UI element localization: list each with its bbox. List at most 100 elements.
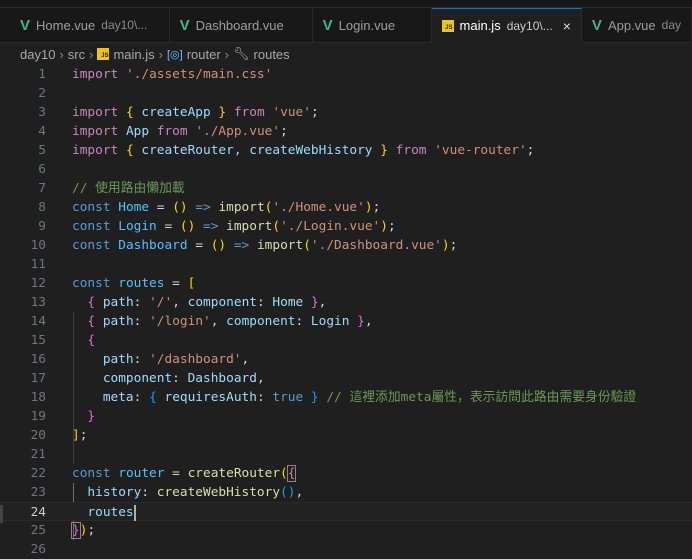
code-token: ; [79, 428, 88, 443]
code-text: const Home = () => import('./Home.vue'); [72, 198, 380, 217]
code-token: { [87, 314, 96, 329]
tab-label: main.js [459, 18, 501, 33]
tab-home-vue[interactable]: V Home.vue day10\... [0, 8, 170, 42]
code-line[interactable]: 13 { path: '/', component: Home }, [0, 293, 692, 312]
code-token: ; [280, 124, 288, 139]
code-text: } [72, 407, 95, 426]
code-token: = [195, 238, 211, 253]
code-line[interactable]: 2 [0, 84, 692, 103]
tab-main-js[interactable]: JS main.js day10\... × [431, 8, 582, 43]
breadcrumb-day10[interactable]: day10 [20, 47, 55, 62]
code-token: { [125, 143, 134, 158]
scrollbar-marker[interactable] [0, 505, 3, 523]
tab-label: Dashboard.vue [195, 17, 284, 33]
code-token: 'vue' [272, 105, 311, 120]
line-number: 1 [38, 67, 46, 82]
code-token: ; [387, 219, 396, 234]
line-number: 7 [38, 181, 46, 196]
breadcrumb-src[interactable]: src [68, 47, 85, 62]
code-token: 'vue-router' [434, 143, 527, 158]
code-token: './assets/main.css' [125, 67, 273, 82]
line-number: 23 [30, 485, 46, 500]
code-token: () [172, 200, 188, 215]
code-token: } [357, 314, 365, 329]
code-line[interactable]: 18 meta: { requiresAuth: true } // 這裡添加m… [0, 388, 692, 407]
code-line[interactable]: 23 history: createWebHistory(), [0, 483, 692, 502]
code-token: true [272, 390, 304, 405]
tab-dashboard-vue[interactable]: V Dashboard.vue [170, 8, 313, 42]
code-line[interactable]: 24 routes [0, 502, 692, 521]
breadcrumb-main-js[interactable]: main.js [113, 47, 154, 62]
code-token: { [149, 390, 157, 405]
code-text: component: Dashboard, [72, 369, 265, 388]
code-token: ; [87, 523, 96, 538]
code-line[interactable]: 20]; [0, 426, 692, 445]
code-line[interactable]: 8 const Home = () => import('./Home.vue')… [0, 198, 692, 217]
code-editor[interactable]: 1 import './assets/main.css' 2 3 import { cr… [0, 65, 692, 557]
tab-app-vue[interactable]: V App.vue day [582, 8, 692, 42]
code-line[interactable]: 9 const Login = () => import('./Login.vue… [0, 217, 692, 236]
code-token: from [156, 124, 188, 139]
code-line[interactable]: 22 const router = createRouter({ [0, 464, 692, 483]
code-line[interactable]: 1 import './assets/main.css' [0, 65, 692, 84]
code-line[interactable]: 12 const routes = [ [0, 274, 692, 293]
line-number: 18 [30, 390, 46, 405]
editor-tabs: V Home.vue day10\... V Dashboard.vue V Login.v… [0, 8, 692, 43]
close-icon[interactable]: × [563, 18, 571, 34]
code-token: => [195, 219, 227, 234]
line-number: 20 [30, 428, 46, 443]
chevron-right-icon: › [59, 46, 64, 62]
code-token: : [133, 295, 150, 310]
code-line[interactable]: 10 const Dashboard = () => import('./Dash… [0, 236, 692, 255]
code-line[interactable]: 11 [0, 255, 692, 274]
line-number: 2 [38, 86, 46, 101]
code-text: const router = createRouter({ [72, 464, 297, 483]
code-token: Dashboard [110, 238, 196, 253]
code-token: Home [110, 200, 157, 215]
code-line[interactable]: 16 path: '/dashboard', [0, 350, 692, 369]
code-token: : [141, 485, 157, 500]
line-number: 9 [38, 219, 46, 234]
code-token: const [72, 466, 111, 481]
tab-login-vue[interactable]: V Login.vue [313, 8, 432, 42]
code-token: meta [72, 390, 134, 405]
code-line[interactable]: 15 { [0, 331, 692, 350]
line-number: 6 [38, 162, 46, 177]
line-number: 25 [30, 523, 46, 538]
code-token: { [125, 105, 134, 120]
code-line[interactable]: 21 [0, 445, 692, 464]
code-line[interactable]: 14 { path: '/login', component: Login }, [0, 312, 692, 331]
code-token: from [233, 105, 265, 120]
code-line[interactable]: 6 [0, 160, 692, 179]
line-number: 16 [30, 352, 46, 367]
code-line[interactable]: 17 component: Dashboard, [0, 369, 692, 388]
code-line[interactable]: 5 import { createRouter, createWebHistory… [0, 141, 692, 160]
line-number: 14 [30, 314, 46, 329]
code-token: = [172, 276, 188, 291]
code-token: : [256, 390, 273, 405]
code-text: import './assets/main.css' [72, 65, 272, 84]
code-text: import { createRouter, createWebHistory … [72, 141, 534, 160]
code-token: ; [526, 143, 535, 158]
breadcrumb-router[interactable]: router [187, 47, 221, 62]
breadcrumb: day10 › src › JS main.js › [◎] router › … [0, 43, 692, 65]
line-number: 4 [38, 124, 46, 139]
code-line[interactable]: 26 [0, 540, 692, 559]
breadcrumb-routes[interactable]: routes [254, 47, 290, 62]
code-token: path [95, 295, 134, 310]
code-token: , [210, 314, 227, 329]
code-text: // 使用路由懶加載 [72, 179, 185, 198]
code-line[interactable]: 7 // 使用路由懶加載 [0, 179, 692, 198]
code-line[interactable]: 19 } [0, 407, 692, 426]
code-token: // 這裡添加meta屬性，表示訪問此路由需要身份驗證 [318, 390, 637, 405]
code-token: } [71, 522, 81, 539]
code-line[interactable]: 25}); [0, 521, 692, 540]
chevron-right-icon: › [224, 46, 230, 62]
code-line[interactable]: 3 import { createApp } from 'vue'; [0, 103, 692, 122]
tab-label: Login.vue [338, 17, 396, 33]
code-token: ] [72, 428, 80, 443]
code-token: } [310, 390, 319, 405]
code-line[interactable]: 4 import App from './App.vue'; [0, 122, 692, 141]
